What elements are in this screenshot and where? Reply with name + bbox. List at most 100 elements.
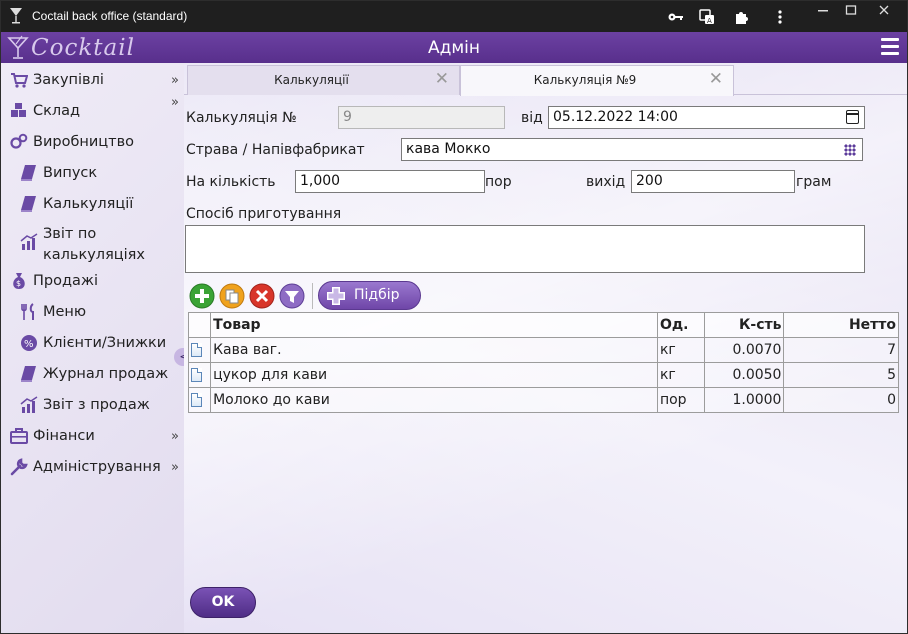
filter-icon[interactable] bbox=[279, 283, 305, 309]
method-textarea[interactable] bbox=[185, 225, 865, 273]
more-vert-icon[interactable] bbox=[767, 4, 793, 29]
date-field[interactable]: 05.12.2022 14:00 bbox=[548, 106, 865, 129]
dish-value: кава Мокко bbox=[406, 141, 491, 157]
column-header-unit[interactable]: Од. bbox=[656, 312, 706, 338]
cutlery-icon bbox=[21, 303, 34, 320]
boxes-icon bbox=[11, 103, 26, 117]
copy-icon[interactable] bbox=[219, 283, 245, 309]
pick-add-icon bbox=[327, 287, 345, 305]
table-row[interactable]: цукор для кави кг 0.0050 5 bbox=[187, 362, 899, 388]
tab-calculation-9[interactable]: Калькуляція №9 ✕ bbox=[460, 65, 734, 96]
pick-button[interactable]: Підбір bbox=[318, 281, 421, 310]
document-icon bbox=[191, 343, 202, 357]
document-icon bbox=[191, 393, 202, 407]
dish-field[interactable]: кава Мокко bbox=[401, 138, 863, 161]
sidebar-item-clients-discounts[interactable]: % Клієнти/Знижки bbox=[1, 329, 184, 357]
sidebar-item-menu[interactable]: Меню bbox=[1, 298, 184, 326]
sidebar-item-label: Фінанси bbox=[33, 427, 95, 444]
table-row[interactable]: Кава ваг. кг 0.0070 7 bbox=[187, 337, 899, 363]
close-window-button[interactable] bbox=[869, 1, 899, 18]
hamburger-menu-icon[interactable] bbox=[881, 38, 899, 56]
toolbar-separator bbox=[312, 283, 313, 309]
tab-label: Калькуляція №9 bbox=[533, 73, 637, 87]
add-icon[interactable] bbox=[189, 283, 215, 309]
tab-label: Калькуляції bbox=[274, 73, 349, 87]
sidebar-item-administration[interactable]: Адміністрування » bbox=[1, 453, 184, 481]
net-cell[interactable]: 5 bbox=[783, 362, 899, 388]
sidebar-item-label: Виробництво bbox=[33, 133, 135, 150]
unit-cell[interactable]: кг bbox=[656, 362, 706, 388]
quantity-cell[interactable]: 0.0050 bbox=[704, 362, 785, 388]
yield-unit-label: грам bbox=[796, 174, 832, 190]
ok-button[interactable]: OK bbox=[190, 587, 256, 618]
cocktail-glass-icon bbox=[10, 8, 22, 24]
ingredients-table: Товар Од. К-сть Нетто Кава ваг. кг 0.007… bbox=[187, 312, 899, 413]
sidebar-item-label-line2: калькуляціях bbox=[43, 247, 145, 263]
sidebar-item-label: Звіт по bbox=[43, 226, 97, 242]
column-header-quantity[interactable]: К-сть bbox=[704, 312, 785, 338]
expand-arrow-icon: » bbox=[171, 95, 179, 110]
quantity-field[interactable]: 1,000 bbox=[295, 170, 485, 193]
translate-icon[interactable]: A bbox=[694, 4, 720, 29]
column-header-product[interactable]: Товар bbox=[210, 312, 658, 338]
page-title: Адмін bbox=[427, 38, 481, 58]
close-icon[interactable]: ✕ bbox=[435, 69, 449, 89]
quantity-cell[interactable]: 1.0000 bbox=[704, 387, 785, 413]
maximize-button[interactable] bbox=[836, 1, 866, 18]
table-header-row: Товар Од. К-сть Нетто bbox=[187, 312, 899, 338]
minimize-button[interactable] bbox=[808, 1, 838, 18]
sidebar-item-sales-report[interactable]: Звіт з продаж bbox=[1, 391, 184, 419]
sidebar-item-purchases[interactable]: Закупівлі » bbox=[1, 66, 184, 94]
net-cell[interactable]: 0 bbox=[783, 387, 899, 413]
product-cell[interactable]: Молоко до кави bbox=[210, 387, 658, 413]
sidebar-item-production[interactable]: Виробництво bbox=[1, 128, 184, 156]
delete-icon[interactable] bbox=[249, 283, 275, 309]
tab-bar: Калькуляції ✕ Калькуляція №9 ✕ bbox=[184, 63, 907, 96]
sidebar-item-calculation-report[interactable]: Звіт по калькуляціях bbox=[1, 224, 184, 268]
tab-calculations[interactable]: Калькуляції ✕ bbox=[187, 65, 460, 95]
sidebar-item-sales[interactable]: $ Продажі bbox=[1, 267, 184, 295]
date-from-label: від bbox=[521, 110, 543, 126]
pick-label: Підбір bbox=[354, 287, 400, 303]
net-cell[interactable]: 7 bbox=[783, 337, 899, 363]
unit-cell[interactable]: пор bbox=[656, 387, 706, 413]
sidebar-item-label: Клієнти/Знижки bbox=[43, 334, 167, 351]
unit-cell[interactable]: кг bbox=[656, 337, 706, 363]
sidebar-item-sales-journal[interactable]: Журнал продаж bbox=[1, 360, 184, 388]
sidebar-item-warehouse[interactable]: Склад » bbox=[1, 95, 184, 125]
dish-label: Страва / Напівфабрикат bbox=[186, 142, 365, 158]
product-cell[interactable]: цукор для кави bbox=[210, 362, 658, 388]
expand-arrow-icon: » bbox=[171, 459, 179, 475]
calendar-icon[interactable] bbox=[846, 110, 859, 124]
chart-icon bbox=[20, 233, 38, 250]
grid-select-icon[interactable] bbox=[844, 144, 856, 156]
sidebar-item-release[interactable]: Випуск bbox=[1, 159, 184, 187]
window-title: Coctail back office (standard) bbox=[32, 9, 188, 23]
yield-label: вихід bbox=[586, 174, 626, 190]
sidebar-item-label: Склад bbox=[33, 102, 81, 119]
sidebar-item-label: Закупівлі bbox=[33, 71, 104, 88]
calc-number-field[interactable]: 9 bbox=[338, 106, 505, 129]
main-panel: Калькуляції ✕ Калькуляція №9 ✕ Калькуляц… bbox=[184, 63, 907, 633]
briefcase-icon bbox=[10, 428, 28, 444]
product-cell[interactable]: Кава ваг. bbox=[210, 337, 658, 363]
chart-icon bbox=[20, 396, 38, 413]
discount-icon: % bbox=[21, 335, 37, 351]
key-icon[interactable] bbox=[663, 4, 689, 29]
row-icon-header bbox=[187, 312, 212, 338]
extension-icon[interactable] bbox=[729, 4, 755, 29]
svg-text:$: $ bbox=[16, 279, 21, 288]
close-icon[interactable]: ✕ bbox=[709, 69, 723, 89]
column-header-net[interactable]: Нетто bbox=[783, 312, 899, 338]
sidebar-item-calculations[interactable]: Калькуляції bbox=[1, 190, 184, 218]
sidebar-item-label: Продажі bbox=[33, 272, 98, 289]
sidebar-item-finance[interactable]: Фінанси » bbox=[1, 422, 184, 450]
quantity-cell[interactable]: 0.0070 bbox=[704, 337, 785, 363]
sidebar-item-label: Калькуляції bbox=[43, 195, 134, 212]
table-row[interactable]: Молоко до кави пор 1.0000 0 bbox=[187, 387, 899, 413]
app-window: Coctail back office (standard) A Cocktai… bbox=[0, 0, 908, 634]
row-icon-cell bbox=[187, 337, 212, 363]
quantity-label: На кількість bbox=[186, 174, 276, 190]
wrench-icon bbox=[10, 458, 28, 476]
yield-field[interactable]: 200 bbox=[631, 170, 795, 193]
